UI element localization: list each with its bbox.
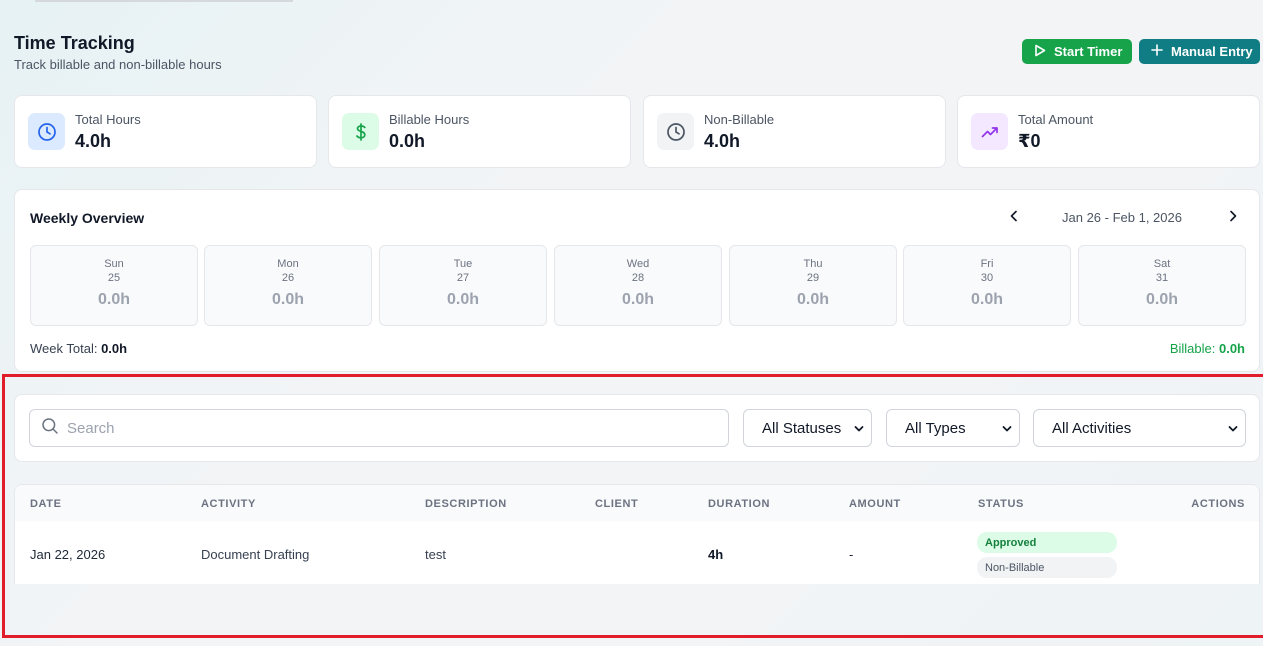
weekly-overview-panel: Weekly Overview Jan 26 - Feb 1, 2026 Sun… — [14, 189, 1260, 372]
stat-card-total-hours: Total Hours 4.0h — [14, 95, 317, 168]
stat-card-billable-hours: Billable Hours 0.0h — [328, 95, 631, 168]
start-timer-button[interactable]: Start Timer — [1022, 39, 1132, 64]
clock-icon — [657, 113, 694, 150]
clock-icon — [28, 113, 65, 150]
day-hours: 0.0h — [796, 291, 829, 308]
day-card[interactable]: Sat 31 0.0h — [1078, 245, 1246, 326]
day-hours: 0.0h — [97, 291, 130, 308]
day-hours: 0.0h — [621, 291, 654, 308]
day-name: Sun — [104, 258, 124, 270]
page-title: Time Tracking — [14, 33, 135, 53]
manual-entry-button[interactable]: Manual Entry — [1139, 39, 1260, 64]
plus-icon — [1151, 44, 1163, 59]
day-date: 25 — [107, 272, 121, 284]
dollar-icon — [342, 113, 379, 150]
stat-label: Total Hours — [75, 111, 141, 127]
stat-value: 4.0h — [704, 130, 741, 151]
stat-label: Non-Billable — [704, 111, 775, 127]
day-date: 29 — [806, 272, 820, 284]
previous-week-button[interactable] — [1005, 209, 1023, 227]
stat-card-total-amount: Total Amount ₹0 — [957, 95, 1260, 168]
week-date-range: Jan 26 - Feb 1, 2026 — [1062, 210, 1182, 225]
trending-up-icon — [971, 113, 1008, 150]
week-total-label: Week Total: — [30, 341, 98, 356]
stat-value: 0.0h — [389, 130, 426, 151]
day-name: Fri — [980, 258, 994, 270]
stat-label: Billable Hours — [389, 111, 470, 127]
day-name: Thu — [803, 258, 823, 270]
day-card[interactable]: Wed 28 0.0h — [554, 245, 722, 326]
stat-value: ₹0 — [1018, 130, 1041, 151]
day-hours: 0.0h — [1145, 291, 1178, 308]
top-scroll-indicator — [35, 0, 293, 2]
day-date: 26 — [281, 272, 295, 284]
page-header: Time Tracking Track billable and non-bil… — [14, 32, 222, 72]
day-card[interactable]: Tue 27 0.0h — [379, 245, 547, 326]
day-date: 30 — [980, 272, 994, 284]
manual-entry-label: Manual Entry — [1171, 44, 1253, 59]
billable-total-value: 0.0h — [1218, 341, 1245, 356]
stat-value: 4.0h — [75, 130, 112, 151]
billable-total-label: Billable: — [1169, 341, 1216, 356]
day-hours: 0.0h — [271, 291, 304, 308]
day-hours: 0.0h — [446, 291, 479, 308]
day-card[interactable]: Mon 26 0.0h — [204, 245, 372, 326]
day-hours: 0.0h — [970, 291, 1003, 308]
play-icon — [1034, 44, 1046, 60]
billable-total: Billable: 0.0h — [1170, 341, 1245, 356]
highlight-frame — [2, 374, 1263, 638]
stat-card-non-billable: Non-Billable 4.0h — [643, 95, 946, 168]
day-card[interactable]: Thu 29 0.0h — [729, 245, 897, 326]
day-card[interactable]: Sun 25 0.0h — [30, 245, 198, 326]
day-card[interactable]: Fri 30 0.0h — [903, 245, 1071, 326]
chevron-right-icon — [1228, 209, 1238, 227]
day-date: 31 — [1155, 272, 1169, 284]
chevron-left-icon — [1009, 209, 1019, 227]
day-date: 28 — [631, 272, 645, 284]
day-name: Wed — [626, 258, 650, 270]
start-timer-label: Start Timer — [1054, 44, 1123, 59]
day-name: Mon — [277, 258, 299, 270]
page-subtitle: Track billable and non-billable hours — [14, 57, 222, 72]
week-total-value: 0.0h — [101, 341, 128, 356]
next-week-button[interactable] — [1224, 209, 1242, 227]
day-date: 27 — [456, 272, 470, 284]
stat-label: Total Amount — [1018, 111, 1094, 127]
day-name: Sat — [1153, 258, 1171, 270]
day-name: Tue — [453, 258, 473, 270]
week-total: Week Total: 0.0h — [30, 341, 127, 356]
weekly-overview-title: Weekly Overview — [30, 210, 145, 226]
